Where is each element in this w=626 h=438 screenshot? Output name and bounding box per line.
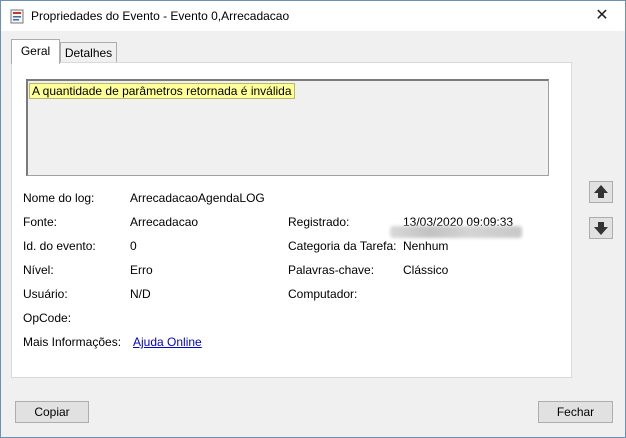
computer-value-redacted[interactable]: [390, 226, 522, 238]
tab-label: Detalhes: [64, 46, 113, 60]
close-window-button[interactable]: ✕: [579, 1, 625, 31]
keywords-value[interactable]: Clássico: [403, 263, 448, 277]
opcode-label: OpCode:: [23, 311, 72, 325]
event-properties-window: Propriedades do Evento - Evento 0,Arreca…: [0, 0, 626, 438]
event-id-value[interactable]: 0: [130, 239, 137, 253]
source-label: Fonte:: [23, 215, 58, 229]
title-bar: Propriedades do Evento - Evento 0,Arreca…: [1, 1, 625, 31]
logged-label: Registrado:: [288, 215, 350, 229]
previous-event-button[interactable]: [589, 181, 613, 203]
computer-label: Computador:: [288, 287, 358, 301]
source-value[interactable]: Arrecadacao: [130, 215, 198, 229]
tab-geral[interactable]: Geral: [11, 39, 60, 64]
more-info-label: Mais Informações:: [23, 335, 122, 349]
event-viewer-icon: [10, 9, 24, 24]
tab-label: Geral: [20, 44, 51, 58]
arrow-down-icon: [594, 222, 608, 235]
event-description-box[interactable]: A quantidade de parâmetros retornada é i…: [26, 79, 549, 176]
arrow-up-icon: [594, 185, 608, 198]
close-icon: ✕: [595, 7, 609, 24]
level-value[interactable]: Erro: [130, 263, 153, 277]
close-button-label: Fechar: [556, 405, 595, 419]
level-label: Nível:: [23, 263, 54, 277]
next-event-button[interactable]: [589, 217, 613, 239]
copy-button[interactable]: Copiar: [15, 401, 89, 423]
task-category-label: Categoria da Tarefa:: [288, 239, 397, 253]
keywords-label: Palavras-chave:: [288, 263, 375, 277]
online-help-link[interactable]: Ajuda Online: [133, 335, 202, 349]
user-value[interactable]: N/D: [130, 287, 151, 301]
tab-detalhes[interactable]: Detalhes: [60, 42, 117, 63]
event-id-label: Id. do evento:: [23, 239, 96, 253]
window-title: Propriedades do Evento - Evento 0,Arreca…: [31, 9, 290, 23]
copy-button-label: Copiar: [34, 405, 70, 419]
log-name-label: Nome do log:: [23, 191, 95, 205]
task-category-value[interactable]: Nenhum: [403, 239, 448, 253]
close-button[interactable]: Fechar: [538, 401, 613, 423]
event-description-text[interactable]: A quantidade de parâmetros retornada é i…: [29, 83, 295, 99]
log-name-value[interactable]: ArrecadacaoAgendaLOG: [130, 191, 265, 205]
user-label: Usuário:: [23, 287, 68, 301]
